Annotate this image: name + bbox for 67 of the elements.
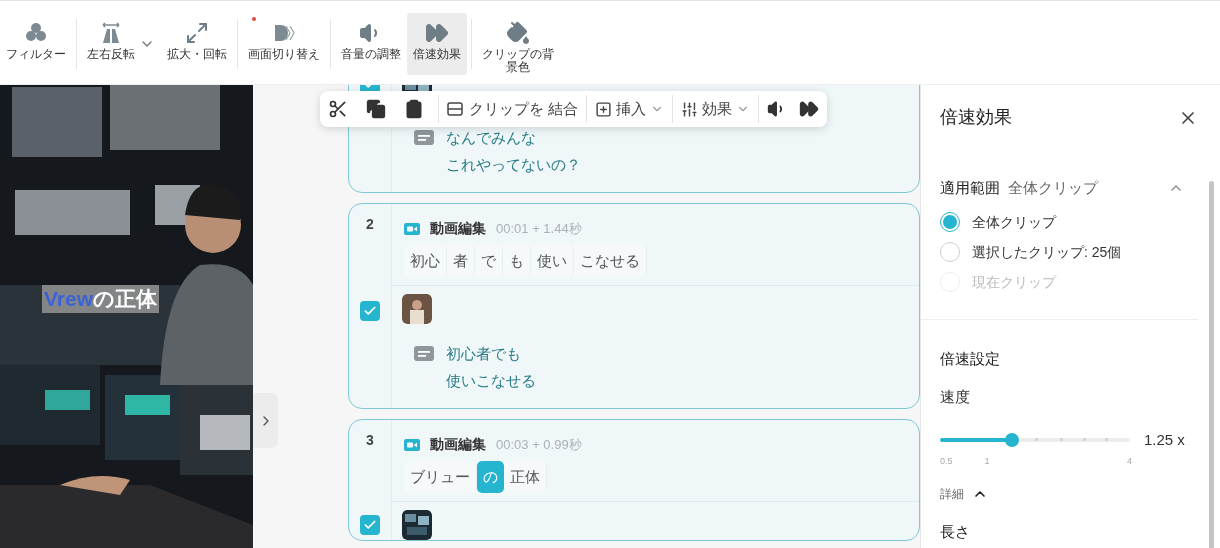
- word-chip[interactable]: 者: [447, 245, 475, 277]
- clip-type: 動画編集: [430, 435, 486, 454]
- subtitle-icon: [414, 346, 434, 361]
- plus-icon: [595, 100, 613, 118]
- sliders-icon: [681, 100, 699, 118]
- video-caption: Vrewの正体: [42, 285, 160, 313]
- subtitle-icon: [414, 130, 434, 145]
- insert-button[interactable]: 挿入: [595, 97, 665, 121]
- panel-title: 倍速効果: [940, 106, 1012, 129]
- scope-label: 適用範囲: [940, 178, 1000, 198]
- video-icon: [404, 222, 420, 235]
- clip-type: 動画編集: [430, 219, 486, 238]
- video-icon: [404, 438, 420, 451]
- word-chip[interactable]: 初心: [404, 245, 447, 277]
- length-label: 長さ: [939, 522, 971, 542]
- details-toggle[interactable]: 詳細: [940, 485, 964, 503]
- fast-forward-icon[interactable]: [799, 99, 820, 119]
- check-icon: [363, 518, 377, 532]
- copy-icon[interactable]: [366, 99, 386, 119]
- toolbar-button[interactable]: 左右反転: [81, 13, 161, 75]
- word-chip[interactable]: こなせる: [574, 245, 647, 277]
- merge-button[interactable]: クリップを 結合: [447, 97, 579, 121]
- subtitle-line: 初心者でも: [446, 344, 522, 364]
- radio-label: 現在クリップ: [972, 272, 1056, 292]
- toolbar-button[interactable]: クリップの背景色: [476, 13, 560, 75]
- flip-icon: [99, 21, 123, 45]
- speed-slider[interactable]: [940, 432, 1130, 447]
- word-chip[interactable]: 使い: [531, 245, 574, 277]
- split-icon: [447, 102, 463, 116]
- slider-tick-label: 1: [984, 455, 990, 468]
- clip-card[interactable]: 3 動画編集 00:03 + 0.99秒 ブリュー の 正体: [348, 419, 920, 541]
- scope-value: 全体クリップ: [1008, 178, 1098, 198]
- word-chip[interactable]: で: [475, 245, 503, 277]
- toolbar-button[interactable]: 音量の調整: [335, 13, 407, 75]
- checkbox[interactable]: [360, 301, 380, 321]
- slider-tick-label: 4: [1127, 455, 1132, 468]
- toolbar-button[interactable]: 画面切り替え: [242, 13, 326, 75]
- subtitle-line: 使いこなせる: [446, 371, 536, 391]
- toolbar-button[interactable]: 倍速効果: [407, 13, 467, 75]
- word-chip[interactable]: 正体: [504, 461, 547, 493]
- speed-reading: 1.25 x: [1144, 429, 1185, 450]
- paint-bucket-icon: [506, 21, 530, 45]
- fast-forward-icon: [425, 21, 449, 45]
- speed-label: 速度: [939, 387, 971, 407]
- clip-time: 00:03 + 0.99秒: [496, 435, 582, 454]
- thumbnail: [402, 510, 432, 540]
- clip-number: 3: [366, 431, 374, 450]
- section-title: 倍速設定: [939, 348, 1001, 369]
- clip-time: 00:01 + 1.44秒: [496, 219, 582, 238]
- scrollbar[interactable]: [1209, 181, 1214, 548]
- subtitle-line: なんでみんな: [446, 128, 537, 148]
- clip-card[interactable]: 2 動画編集 00:01 + 1.44秒 初心 者 で も 使い こなせる 初心者でも 使いこなせる: [348, 203, 920, 409]
- radio-label: 選択したクリップ: 25個: [972, 242, 1122, 262]
- checkbox[interactable]: [360, 515, 380, 535]
- check-icon: [363, 304, 377, 318]
- resize-icon: [185, 21, 209, 45]
- word-chip[interactable]: も: [503, 245, 531, 277]
- scissors-icon[interactable]: [328, 99, 348, 119]
- slider-tick-label: 0.5: [940, 455, 953, 468]
- radio-label: 全体クリップ: [972, 212, 1056, 232]
- subtitle-line: これやってないの？: [446, 155, 581, 175]
- toolbar-button[interactable]: フィルター: [0, 13, 72, 75]
- effects-button[interactable]: 効果: [681, 97, 751, 121]
- clip-number: 2: [366, 215, 374, 234]
- thumbnail: [402, 294, 432, 324]
- clipboard-icon[interactable]: [404, 99, 424, 119]
- toolbar-button[interactable]: 拡大・回転: [161, 13, 233, 75]
